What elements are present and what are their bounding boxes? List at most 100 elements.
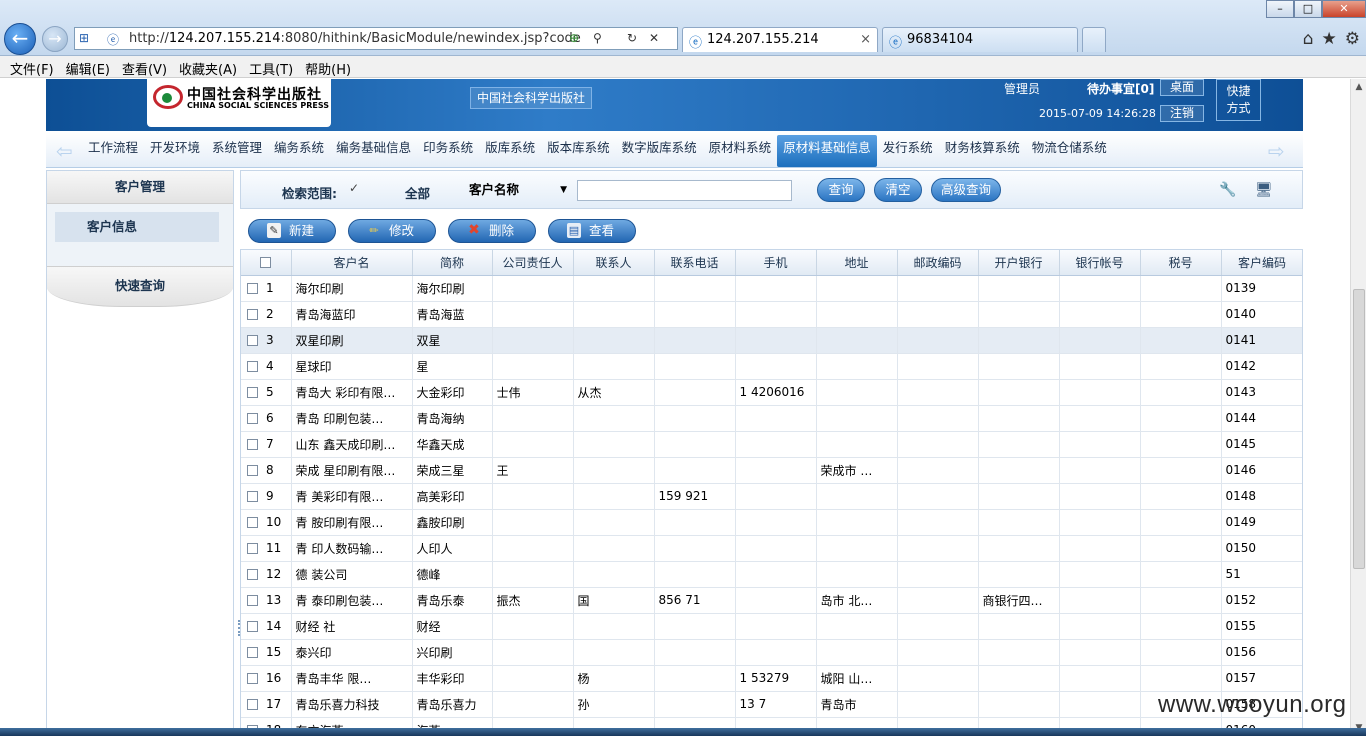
table-row[interactable]: 16 青岛丰华 限… 丰华彩印 杨 1 53279 城阳 山… 0157: [241, 665, 1302, 692]
row-checkbox[interactable]: [247, 335, 258, 346]
table-row[interactable]: 9 青 美彩印有限… 高美彩印 159 921 0148: [241, 483, 1302, 510]
menu-edit[interactable]: 编辑(E): [60, 56, 116, 78]
row-checkbox[interactable]: [247, 543, 258, 554]
col-header[interactable]: 开户银行: [978, 250, 1060, 276]
col-header[interactable]: 银行帐号: [1059, 250, 1141, 276]
row-checkbox[interactable]: [247, 413, 258, 424]
menu-help[interactable]: 帮助(H): [299, 56, 357, 78]
table-row[interactable]: 13 青 泰印刷包装… 青岛乐泰 振杰国 856 71 岛市 北… 商银行四… 0152: [241, 587, 1302, 614]
row-checkbox[interactable]: [247, 569, 258, 580]
view-button[interactable]: ▤ 查看: [548, 219, 636, 243]
select-all-checkbox[interactable]: [260, 257, 272, 269]
refresh-icon[interactable]: ↻: [627, 31, 637, 45]
table-row[interactable]: 1 海尔印刷 海尔印刷 0139: [241, 275, 1302, 302]
settings-gear-icon[interactable]: ⚙: [1345, 29, 1360, 49]
row-select-cell[interactable]: 7: [241, 431, 292, 458]
module-tab[interactable]: 编务基础信息: [330, 135, 417, 167]
search-input[interactable]: [577, 180, 792, 201]
table-row[interactable]: 10 青 胺印刷有限… 鑫胺印刷 0149: [241, 509, 1302, 536]
row-select-cell[interactable]: 16: [241, 665, 292, 692]
scope-checkbox[interactable]: ✓: [349, 181, 359, 195]
sidebar-group-title[interactable]: 客户管理: [47, 171, 233, 204]
row-checkbox[interactable]: [247, 439, 258, 450]
nav-prev-arrow-icon[interactable]: ⇦: [56, 139, 73, 163]
row-checkbox[interactable]: [247, 491, 258, 502]
row-select-cell[interactable]: 17: [241, 691, 292, 718]
search-icon[interactable]: ⚲: [593, 31, 602, 45]
row-checkbox[interactable]: [247, 517, 258, 528]
row-select-cell[interactable]: 1: [241, 275, 292, 302]
menu-file[interactable]: 文件(F): [4, 56, 60, 78]
col-header[interactable]: 联系电话: [654, 250, 736, 276]
home-icon[interactable]: ⌂: [1303, 29, 1314, 49]
module-tab[interactable]: 发行系统: [877, 135, 939, 167]
compat-view-icon[interactable]: ⊞: [79, 31, 89, 45]
table-row[interactable]: 2 青岛海蓝印 青岛海蓝 0140: [241, 301, 1302, 328]
module-tab[interactable]: 原材料系统: [703, 135, 778, 167]
row-select-cell[interactable]: 14: [241, 613, 292, 640]
new-tab-button[interactable]: [1082, 27, 1106, 52]
col-header[interactable]: 联系人: [573, 250, 655, 276]
module-tab[interactable]: 开发环境: [144, 135, 206, 167]
module-tab[interactable]: 编务系统: [268, 135, 330, 167]
add-icon[interactable]: ⊕: [569, 31, 579, 45]
advanced-query-button[interactable]: 高级查询: [931, 178, 1001, 202]
table-row[interactable]: 17 青岛乐喜力科技 青岛乐喜力孙 13 7 青岛市 0158: [241, 691, 1302, 718]
col-header[interactable]: 客户名: [291, 250, 413, 276]
col-header[interactable]: 简称: [412, 250, 493, 276]
menu-view[interactable]: 查看(V): [116, 56, 173, 78]
logout-button[interactable]: 注销: [1160, 105, 1204, 122]
field-select[interactable]: 客户名称 ▼: [465, 180, 571, 200]
row-select-cell[interactable]: 8: [241, 457, 292, 484]
back-button[interactable]: ←: [4, 23, 36, 55]
minimize-button[interactable]: –: [1266, 0, 1294, 18]
row-checkbox[interactable]: [247, 647, 258, 658]
table-row[interactable]: 7 山东 鑫天成印刷… 华鑫天成 0145: [241, 431, 1302, 458]
row-checkbox[interactable]: [247, 673, 258, 684]
col-header[interactable]: 税号: [1140, 250, 1222, 276]
row-select-cell[interactable]: 11: [241, 535, 292, 562]
table-row[interactable]: 12 德 装公司 德峰 51: [241, 561, 1302, 588]
module-tab[interactable]: 印务系统: [417, 135, 479, 167]
tab-inactive[interactable]: ⓔ 96834104: [882, 27, 1078, 52]
table-row[interactable]: 5 青岛大 彩印有限… 大金彩印 士伟 从杰 1 4206016 0143: [241, 379, 1302, 406]
row-select-cell[interactable]: 2: [241, 301, 292, 328]
row-select-cell[interactable]: 12: [241, 561, 292, 588]
address-bar[interactable]: ⊞ ⓔ http://124.207.155.214:8080/hithink/…: [74, 27, 678, 50]
module-tab[interactable]: 系统管理: [206, 135, 268, 167]
favorites-icon[interactable]: ★: [1322, 29, 1337, 49]
col-header[interactable]: 手机: [735, 250, 817, 276]
stop-icon[interactable]: ✕: [649, 31, 659, 45]
tab-active[interactable]: ⓔ 124.207.155.214 ×: [682, 27, 878, 52]
menu-tools[interactable]: 工具(T): [243, 56, 299, 78]
edit-button[interactable]: ✏ 修改: [348, 219, 436, 243]
sidebar-quick-search[interactable]: 快速查询: [47, 267, 233, 307]
table-row[interactable]: 15 泰兴印 兴印刷 0156: [241, 639, 1302, 666]
clear-button[interactable]: 清空: [874, 178, 922, 202]
forward-button[interactable]: →: [42, 26, 68, 52]
splitter-handle[interactable]: [238, 620, 241, 636]
row-select-cell[interactable]: 5: [241, 379, 292, 406]
module-tab[interactable]: 数字版库系统: [616, 135, 703, 167]
table-row[interactable]: 4 星球印星 0142: [241, 353, 1302, 380]
module-tab[interactable]: 财务核算系统: [939, 135, 1026, 167]
desktop-button[interactable]: 桌面: [1160, 79, 1204, 96]
row-checkbox[interactable]: [247, 465, 258, 476]
table-row[interactable]: 8 荣成 星印刷有限… 荣成三星王 荣成市 … 0146: [241, 457, 1302, 484]
quick-access-button[interactable]: 快捷 方式: [1216, 79, 1261, 121]
monitor-icon[interactable]: 🖥: [1255, 182, 1273, 198]
table-row[interactable]: 3 双星印刷 双星 0141: [241, 327, 1302, 354]
col-header[interactable]: 公司责任人: [492, 250, 574, 276]
delete-button[interactable]: ✖ 删除: [448, 219, 536, 243]
table-row[interactable]: 6 青岛 印刷包装… 青岛海纳 0144: [241, 405, 1302, 432]
scroll-thumb[interactable]: [1353, 289, 1365, 569]
table-row[interactable]: 14 财经 社财经 0155: [241, 613, 1302, 640]
row-checkbox[interactable]: [247, 699, 258, 710]
row-checkbox[interactable]: [247, 361, 258, 372]
url-text[interactable]: http://124.207.155.214:8080/hithink/Basi…: [129, 31, 581, 46]
row-select-cell[interactable]: 3: [241, 327, 292, 354]
new-button[interactable]: ✎ 新建: [248, 219, 336, 243]
module-tab[interactable]: 版本库系统: [541, 135, 616, 167]
table-row[interactable]: 11 青 印人数码输… 人印人 0150: [241, 535, 1302, 562]
row-select-cell[interactable]: 4: [241, 353, 292, 380]
